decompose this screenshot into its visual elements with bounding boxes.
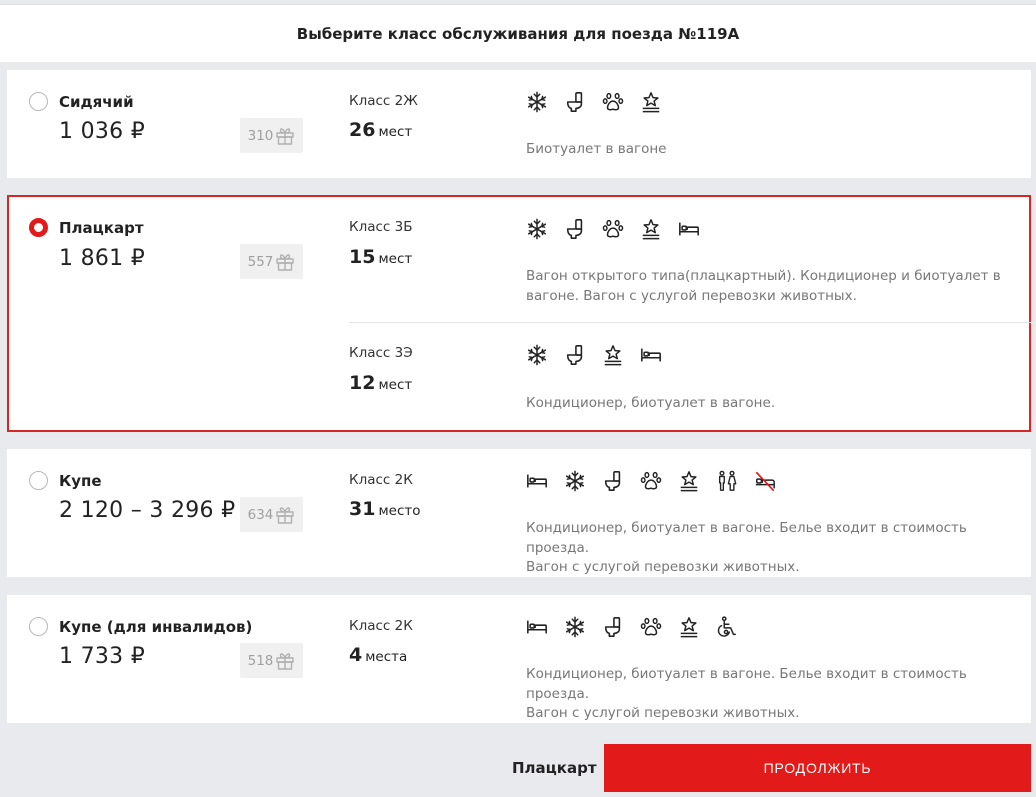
no-bedding-icon[interactable] bbox=[754, 469, 776, 493]
snowflake-icon[interactable] bbox=[526, 90, 548, 114]
wheelchair-icon[interactable] bbox=[716, 615, 738, 639]
service-class-card-kupe-disabled[interactable]: Купе (для инвалидов) 1 733 ₽ 518 Класс 2… bbox=[7, 595, 1031, 723]
bed-icon[interactable] bbox=[526, 615, 548, 639]
car-description: Кондиционер, биотуалет в вагоне. Белье в… bbox=[526, 519, 1006, 578]
car-description-line: Вагон с услугой перевозки животных. bbox=[526, 559, 800, 575]
bonus-points-badge: 634 bbox=[240, 497, 303, 532]
car-description: Вагон открытого типа(плацкартный). Конди… bbox=[526, 267, 1006, 306]
page-title: Выберите класс обслуживания для поезда №… bbox=[296, 25, 740, 43]
car-description-line: Кондиционер, биотуалет в вагоне. Белье в… bbox=[526, 520, 967, 556]
seats-count: 12 bbox=[349, 372, 376, 394]
car-description-line: Кондиционер, биотуалет в вагоне. Белье в… bbox=[526, 666, 967, 702]
car-class-label: Класс 2К bbox=[349, 618, 413, 634]
seats-word: мест bbox=[378, 377, 413, 393]
seats-available: 26 мест bbox=[349, 119, 412, 141]
seats-count: 4 bbox=[349, 644, 363, 666]
bonus-points-badge: 310 bbox=[240, 118, 303, 153]
star-service-icon[interactable] bbox=[640, 90, 662, 114]
bed-icon[interactable] bbox=[678, 217, 700, 241]
toilet-icon[interactable] bbox=[564, 90, 586, 114]
seats-count: 26 bbox=[349, 119, 376, 141]
bonus-points-value: 634 bbox=[247, 506, 274, 523]
car-description: Кондиционер, биотуалет в вагоне. bbox=[526, 395, 776, 411]
amenities-icons bbox=[526, 343, 662, 367]
seats-word: место bbox=[378, 503, 421, 519]
price: 1 861 ₽ bbox=[59, 246, 146, 271]
bonus-points-badge: 518 bbox=[240, 643, 303, 678]
snowflake-icon[interactable] bbox=[526, 343, 548, 367]
car-description: Кондиционер, биотуалет в вагоне. Белье в… bbox=[526, 665, 1006, 724]
mixed-gender-icon[interactable] bbox=[716, 469, 738, 493]
car-description-line: Вагон с услугой перевозки животных. bbox=[526, 705, 800, 721]
bed-icon[interactable] bbox=[640, 343, 662, 367]
service-class-card-kupe[interactable]: Купе 2 120 – 3 296 ₽ 634 Класс 2К 31 мест… bbox=[7, 449, 1031, 577]
car-class-label: Класс 2К bbox=[349, 472, 413, 488]
class-name: Сидячий bbox=[59, 93, 134, 111]
continue-button[interactable]: ПРОДОЛЖИТЬ bbox=[604, 744, 1031, 792]
toilet-icon[interactable] bbox=[602, 615, 624, 639]
car-description-line: вагоне. Вагон с услугой перевозки животн… bbox=[526, 287, 857, 304]
gift-icon bbox=[275, 651, 295, 671]
snowflake-icon[interactable] bbox=[526, 217, 548, 241]
amenities-icons bbox=[526, 615, 738, 639]
paw-icon[interactable] bbox=[602, 90, 624, 114]
car-class-label: Класс 2Ж bbox=[349, 93, 418, 109]
toilet-icon[interactable] bbox=[564, 217, 586, 241]
seats-available: 4 места bbox=[349, 644, 407, 666]
star-service-icon[interactable] bbox=[678, 615, 700, 639]
header-bar: Выберите класс обслуживания для поезда №… bbox=[0, 4, 1036, 62]
paw-icon[interactable] bbox=[602, 217, 624, 241]
gift-icon bbox=[275, 505, 295, 525]
bonus-points-value: 518 bbox=[247, 652, 274, 669]
radio-button[interactable] bbox=[29, 471, 48, 490]
snowflake-icon[interactable] bbox=[564, 469, 586, 493]
radio-button[interactable] bbox=[29, 617, 48, 636]
bonus-points-value: 557 bbox=[247, 253, 274, 270]
paw-icon[interactable] bbox=[640, 469, 662, 493]
car-divider bbox=[349, 322, 1031, 323]
seats-available: 31 место bbox=[349, 498, 421, 520]
radio-button[interactable] bbox=[29, 92, 48, 111]
bonus-points-badge: 557 bbox=[240, 244, 303, 279]
price: 1 036 ₽ bbox=[59, 119, 146, 144]
class-name: Купе bbox=[59, 472, 102, 490]
class-name: Купе (для инвалидов) bbox=[59, 618, 253, 636]
seats-word: места bbox=[365, 649, 408, 665]
bonus-points-value: 310 bbox=[247, 127, 274, 144]
paw-icon[interactable] bbox=[640, 615, 662, 639]
radio-button-selected[interactable] bbox=[29, 218, 48, 237]
star-service-icon[interactable] bbox=[602, 343, 624, 367]
toilet-icon[interactable] bbox=[602, 469, 624, 493]
gift-icon bbox=[275, 252, 295, 272]
amenities-icons bbox=[526, 217, 700, 241]
price: 1 733 ₽ bbox=[59, 644, 146, 669]
bed-icon[interactable] bbox=[526, 469, 548, 493]
seats-word: мест bbox=[378, 251, 413, 267]
gift-icon bbox=[275, 126, 295, 146]
class-name: Плацкарт bbox=[59, 219, 144, 237]
amenities-icons bbox=[526, 469, 776, 493]
toilet-icon[interactable] bbox=[564, 343, 586, 367]
car-class-label: Класс 3Б bbox=[349, 219, 413, 235]
selected-class-label: Плацкарт bbox=[512, 759, 597, 777]
star-service-icon[interactable] bbox=[678, 469, 700, 493]
price: 2 120 – 3 296 ₽ bbox=[59, 498, 236, 523]
seats-count: 15 bbox=[349, 246, 376, 268]
car-class-label: Класс 3Э bbox=[349, 345, 413, 361]
star-service-icon[interactable] bbox=[640, 217, 662, 241]
amenities-icons bbox=[526, 90, 662, 114]
service-class-card-platzkart[interactable]: Плацкарт 1 861 ₽ 557 Класс 3Б 15 мест Ваг… bbox=[7, 195, 1031, 432]
seats-available: 15 мест bbox=[349, 246, 412, 268]
seats-word: мест bbox=[378, 124, 413, 140]
seats-count: 31 bbox=[349, 498, 376, 520]
service-class-card-sitting[interactable]: Сидячий 1 036 ₽ 310 Класс 2Ж 26 мест Биот… bbox=[7, 70, 1031, 178]
snowflake-icon[interactable] bbox=[564, 615, 586, 639]
car-description: Биотуалет в вагоне bbox=[526, 141, 667, 157]
car-description-line: Вагон открытого типа(плацкартный). Конди… bbox=[526, 268, 1001, 284]
seats-available: 12 мест bbox=[349, 372, 412, 394]
